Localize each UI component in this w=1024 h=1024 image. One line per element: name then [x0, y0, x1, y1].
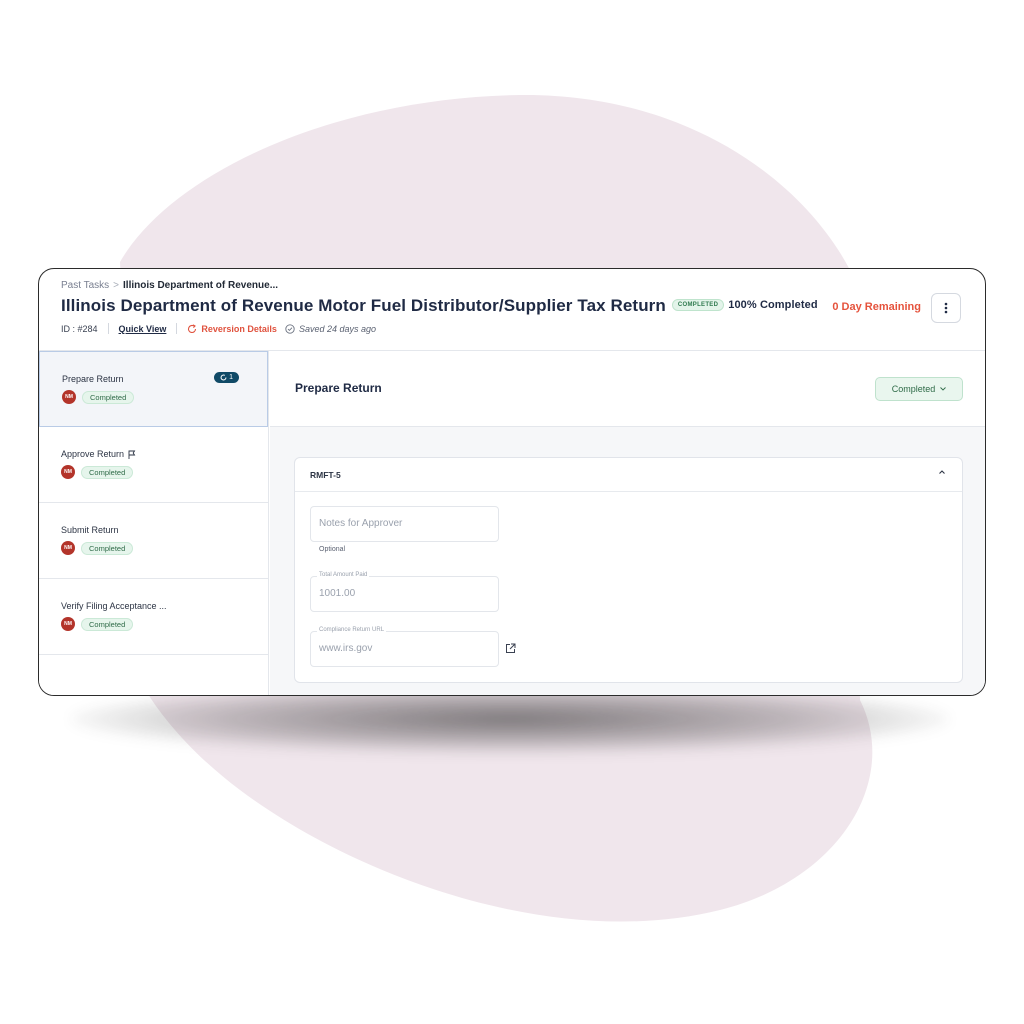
more-options-button[interactable] — [931, 293, 961, 323]
days-remaining: 0 Day Remaining — [832, 301, 921, 313]
task-header: Past Tasks > Illinois Department of Revenu… — [39, 269, 985, 351]
step-status-badge: Completed — [81, 541, 134, 555]
total-amount-paid-field[interactable]: Total Amount Paid 1001.00 — [310, 572, 499, 612]
external-link-icon[interactable] — [505, 643, 516, 654]
refresh-icon — [220, 374, 227, 381]
field-label: Compliance Return URL — [317, 627, 387, 633]
step-status-badge: Completed — [81, 617, 134, 631]
status-badge: COMPLETED — [671, 298, 725, 311]
field-value: www.irs.gov — [319, 643, 373, 654]
breadcrumb: Past Tasks > Illinois Department of Revenu… — [61, 280, 278, 291]
notes-hint: Optional — [319, 546, 346, 553]
revision-count-badge: 1 — [214, 372, 239, 383]
compliance-return-url-field[interactable]: Compliance Return URL www.irs.gov — [310, 627, 499, 667]
sidebar-step-submit-return[interactable]: Submit Return NM Completed — [39, 503, 268, 579]
step-title: Prepare Return — [295, 381, 382, 395]
field-value: 1001.00 — [319, 588, 356, 599]
section-header[interactable]: RMFT-5 — [295, 458, 962, 492]
breadcrumb-separator: > — [113, 280, 120, 291]
step-status-row: NM Completed — [61, 465, 268, 479]
screenshot-stage: Past Tasks > Illinois Department of Revenu… — [0, 0, 1024, 1024]
step-status-row: NM Completed — [62, 390, 267, 404]
breadcrumb-parent[interactable]: Past Tasks — [61, 280, 109, 291]
steps-sidebar: Prepare Return NM Completed 1 Approve Re… — [39, 351, 269, 695]
quick-view-link[interactable]: Quick View — [119, 324, 167, 334]
status-dropdown[interactable]: Completed — [875, 377, 963, 401]
task-id: ID : #284 — [61, 323, 98, 334]
step-label-row: Approve Return — [61, 449, 268, 459]
refresh-icon — [188, 323, 197, 333]
page-title-row: Illinois Department of Revenue Motor Fue… — [61, 296, 818, 316]
reversion-details-link[interactable]: Reversion Details — [187, 324, 277, 334]
step-label: Submit Return — [61, 525, 119, 535]
step-status-row: NM Completed — [61, 617, 268, 631]
chevron-down-icon — [940, 387, 947, 391]
notes-for-approver-field[interactable]: Notes for Approver — [310, 506, 499, 542]
step-detail-header: Prepare Return Completed — [270, 351, 985, 427]
field-label: Total Amount Paid — [317, 572, 370, 578]
more-vertical-icon — [944, 302, 948, 314]
saved-label: Saved 24 days ago — [298, 323, 376, 334]
step-status-badge: Completed — [81, 465, 134, 479]
divider — [107, 323, 109, 334]
step-status-row: NM Completed — [61, 541, 268, 555]
task-meta: ID : #284 Quick View Reversion Details S… — [61, 323, 376, 334]
step-label: Verify Filing Acceptance ... — [61, 601, 167, 611]
sidebar-step-verify-filing[interactable]: Verify Filing Acceptance ... NM Complete… — [39, 579, 268, 655]
status-dropdown-label: Completed — [891, 384, 936, 394]
step-label: Approve Return — [61, 449, 125, 459]
form-section-card: RMFT-5 Notes for Approver Optional Total… — [294, 457, 963, 683]
reversion-details-label: Reversion Details — [201, 323, 277, 334]
divider — [176, 323, 178, 334]
sidebar-step-approve-return[interactable]: Approve Return NM Completed — [39, 427, 268, 503]
breadcrumb-current: Illinois Department of Revenue... — [123, 280, 279, 291]
step-status-badge: Completed — [82, 390, 135, 404]
step-detail-panel: Prepare Return Completed RMFT-5 Notes fo… — [270, 351, 985, 695]
avatar: NM — [61, 541, 75, 555]
avatar: NM — [62, 390, 76, 404]
saved-status: Saved 24 days ago — [285, 324, 376, 334]
revision-count: 1 — [229, 374, 233, 381]
chevron-up-icon[interactable] — [938, 468, 946, 476]
sidebar-step-prepare-return[interactable]: Prepare Return NM Completed 1 — [39, 351, 268, 427]
notes-placeholder: Notes for Approver — [319, 518, 403, 529]
avatar: NM — [61, 617, 75, 631]
page-title: Illinois Department of Revenue Motor Fue… — [61, 296, 666, 315]
flag-icon — [128, 450, 136, 459]
check-circle-icon — [285, 323, 295, 334]
section-title: RMFT-5 — [310, 470, 341, 480]
progress-label: 100% Completed — [728, 298, 818, 311]
app-window: Past Tasks > Illinois Department of Revenu… — [38, 268, 986, 696]
avatar: NM — [61, 465, 75, 479]
